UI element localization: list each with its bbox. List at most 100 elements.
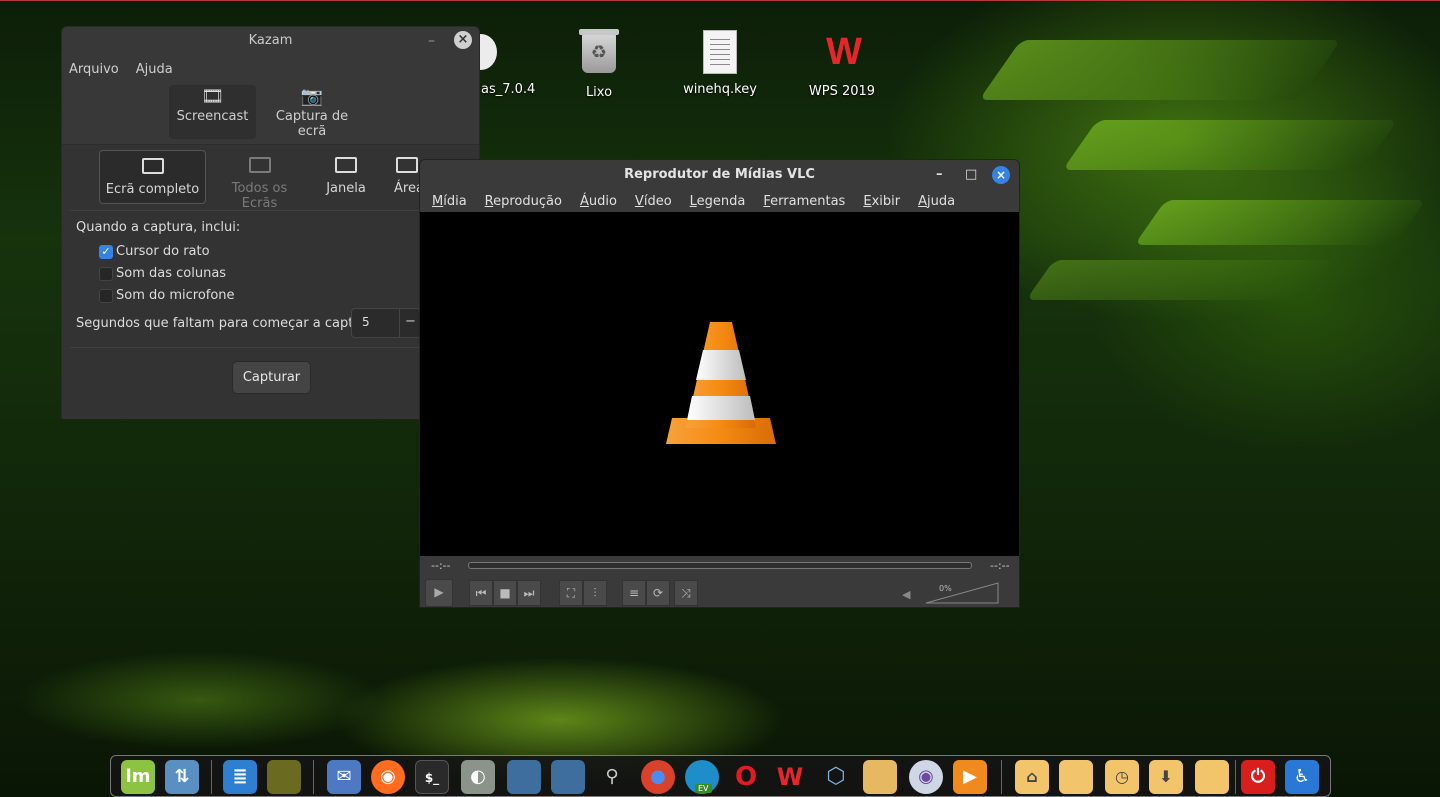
firefox-icon[interactable]: ◉ — [371, 760, 405, 794]
window-title: Kazam — [248, 33, 293, 48]
desktop-icon[interactable] — [551, 760, 585, 794]
dock-separator — [1235, 760, 1236, 794]
checkbox-speakers[interactable] — [99, 267, 113, 281]
terminal-icon[interactable]: $_ — [415, 760, 449, 794]
window-title: Reprodutor de Mídias VLC — [624, 167, 815, 182]
wps-icon[interactable]: W — [773, 760, 807, 794]
playlist-button[interactable]: ≡ — [622, 580, 646, 606]
top-panel-edge — [0, 0, 1440, 1]
source-fullscreen[interactable]: Ecrã completo — [99, 150, 206, 204]
checkbox-microphone[interactable] — [99, 289, 113, 303]
remaining-time: --:-- — [990, 559, 1010, 572]
desktop-icon-trash[interactable]: ♻ Lixo — [554, 29, 644, 100]
opera-icon[interactable]: O — [729, 760, 763, 794]
chrome-icon[interactable]: ● — [641, 760, 675, 794]
desktop-icon[interactable] — [507, 760, 541, 794]
media-player-icon[interactable]: ▶ — [953, 760, 987, 794]
volume-percent: 0% — [939, 584, 952, 593]
menu-exibir[interactable]: Exibir — [863, 194, 900, 209]
fullscreen-button[interactable]: ⛶ — [559, 580, 583, 606]
webcam-icon[interactable]: ◉ — [909, 760, 943, 794]
update-manager-icon[interactable]: ⇅ — [165, 760, 199, 794]
checkbox-cursor[interactable]: ✓ — [99, 245, 113, 259]
volume-slider[interactable]: 0% — [925, 582, 999, 604]
maximize-button[interactable]: □ — [965, 160, 977, 190]
menu-midia[interactable]: Mídia — [432, 194, 467, 209]
menu-legenda[interactable]: Legenda — [690, 194, 746, 209]
menu-ajuda[interactable]: Ajuda — [918, 194, 955, 209]
vlc-menubar: Mídia Reprodução Áudio Vídeo Legenda Fer… — [420, 190, 1019, 212]
files-icon[interactable] — [863, 760, 897, 794]
minimize-button[interactable]: – — [428, 27, 435, 55]
home-folder-icon[interactable]: ⌂ — [1015, 760, 1049, 794]
source-label: Janela — [326, 181, 366, 196]
mail-icon[interactable]: ✉ — [327, 760, 361, 794]
menu-arquivo[interactable]: Arquivo — [69, 62, 119, 77]
stop-button[interactable]: ■ — [493, 580, 517, 606]
mode-label: Screencast — [176, 109, 249, 124]
menu-video[interactable]: Vídeo — [635, 194, 672, 209]
source-all-screens[interactable]: Todos os Ecrãs — [212, 150, 307, 211]
edge-icon[interactable]: EV — [685, 760, 719, 794]
monitors-icon — [248, 157, 271, 173]
desktop-icon-label: Lixo — [585, 85, 613, 100]
dock-separator — [211, 760, 212, 794]
camera-icon: 📷 — [300, 86, 324, 107]
virtualbox-icon[interactable]: ⬡ — [819, 760, 853, 794]
dock-separator — [313, 760, 314, 794]
kazam-menubar: Arquivo Ajuda — [62, 55, 479, 83]
previous-button[interactable]: ⏮ — [469, 580, 493, 606]
speaker-icon[interactable]: ◀ — [902, 588, 910, 601]
divider — [70, 210, 479, 211]
vlc-cone-icon — [666, 322, 776, 444]
desktop-icon-winehq-key[interactable]: winehq.key — [675, 30, 765, 97]
mode-screenshot[interactable]: 📷 Captura de ecrã — [260, 85, 364, 139]
menu-reproducao[interactable]: Reprodução — [485, 194, 562, 209]
search-icon[interactable]: ⚲ — [595, 760, 629, 794]
decrement-button[interactable]: − — [399, 308, 421, 338]
wallpaper-shard — [1062, 120, 1398, 170]
option-label: Som do microfone — [116, 288, 235, 303]
minimize-button[interactable]: – — [936, 160, 943, 190]
vlc-titlebar[interactable]: Reprodutor de Mídias VLC – □ × — [420, 160, 1019, 190]
wps-icon: W — [826, 31, 862, 73]
documents-folder-icon[interactable] — [1059, 760, 1093, 794]
loop-button[interactable]: ⟳ — [646, 580, 670, 606]
taskbar-dock: lm ⇅ ≣ ✉ ◉ $_ ◐ ⚲ ● EV O W ⬡ ◉ ▶ ⌂ ◷ ⬇ ⏻… — [110, 755, 1331, 797]
elapsed-time: --:-- — [431, 559, 451, 572]
settings-icon[interactable]: ◐ — [461, 760, 495, 794]
menu-ajuda[interactable]: Ajuda — [136, 62, 173, 77]
source-label: Ecrã completo — [105, 182, 200, 197]
desktop-icon-label: winehq.key — [683, 82, 757, 97]
menu-ferramentas[interactable]: Ferramentas — [763, 194, 845, 209]
next-button[interactable]: ⏭ — [517, 580, 541, 606]
photo-viewer-icon[interactable] — [267, 760, 301, 794]
seek-row: --:-- --:-- — [420, 556, 1019, 576]
power-icon[interactable]: ⏻ — [1241, 760, 1275, 794]
menu-audio[interactable]: Áudio — [580, 194, 617, 209]
capture-button[interactable]: Capturar — [232, 361, 311, 394]
play-button[interactable]: ▶ — [425, 579, 453, 607]
fullscreen-icon — [141, 158, 164, 174]
source-window[interactable]: Janela — [318, 150, 374, 204]
downloads-folder-icon[interactable]: ⬇ — [1149, 760, 1183, 794]
recent-folder-icon[interactable]: ◷ — [1105, 760, 1139, 794]
option-label: Cursor do rato — [116, 244, 210, 259]
area-icon — [396, 157, 418, 173]
folder-icon[interactable] — [1195, 760, 1229, 794]
close-button[interactable]: × — [992, 166, 1010, 184]
wallpaper-shard — [1134, 200, 1426, 245]
accessibility-icon[interactable]: ♿ — [1285, 760, 1319, 794]
video-area[interactable] — [420, 212, 1019, 556]
equalizer-button[interactable]: ⫶ — [583, 580, 607, 606]
shuffle-button[interactable]: ⤨ — [674, 580, 698, 606]
include-heading: Quando a captura, inclui: — [76, 220, 241, 235]
close-button[interactable]: × — [454, 31, 472, 49]
linux-mint-menu-icon[interactable]: lm — [121, 760, 155, 794]
mode-screencast[interactable]: 🎞 Screencast — [169, 85, 256, 139]
seek-bar[interactable] — [468, 562, 972, 569]
text-editor-icon[interactable]: ≣ — [223, 760, 257, 794]
kazam-titlebar[interactable]: Kazam – × — [62, 27, 479, 55]
countdown-label: Segundos que faltam para começar a captu… — [76, 316, 375, 331]
desktop-icon-wps[interactable]: W WPS 2019 — [797, 30, 887, 99]
